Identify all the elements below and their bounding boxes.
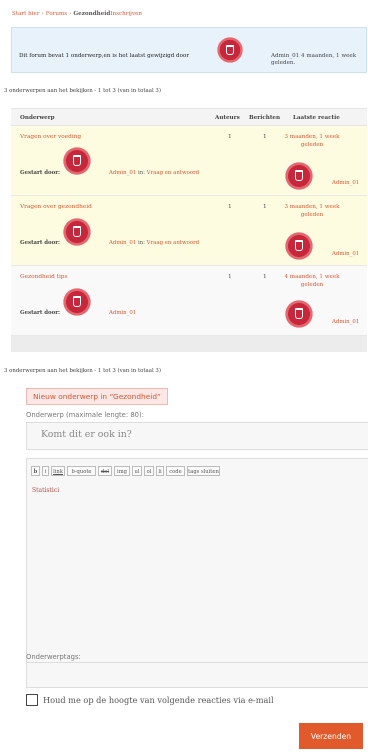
subject-placeholder: Komt dit er ook in?	[41, 429, 132, 440]
header-authors: Auteurs	[215, 115, 240, 121]
avatar[interactable]	[63, 288, 91, 316]
last-reply-link[interactable]: 3 maanden, 1 week geleden	[277, 203, 347, 219]
subject-input[interactable]: Komt dit er ook in?	[26, 422, 368, 450]
italic-button[interactable]: i	[42, 466, 49, 476]
started-by-label: Gestart door:	[20, 170, 61, 176]
avatar[interactable]	[217, 37, 243, 63]
avatar[interactable]	[285, 162, 313, 190]
category-link[interactable]: Vraag en antwoord	[147, 240, 199, 246]
header-last-reply: Laatste reactie	[293, 115, 340, 121]
notify-checkbox[interactable]	[26, 694, 38, 706]
delete-button[interactable]: del	[98, 466, 112, 476]
authors-count: 1	[228, 204, 232, 210]
topic-count: 3 onderwerpen aan het bekijken - 1 tot 3…	[4, 88, 161, 94]
table-row: Gezondheid tips 1 1 4 maanden, 1 week ge…	[11, 266, 367, 336]
posts-count: 1	[263, 134, 267, 140]
author-link[interactable]: Admin_01	[109, 170, 136, 176]
author-link[interactable]: Admin_01	[109, 240, 136, 246]
post-content-editor[interactable]: b i link b-quote del img ul ol li code t…	[26, 458, 368, 676]
submit-button[interactable]: Verzenden	[299, 723, 363, 749]
notify-label[interactable]: Houd me op de hoogte van volgende reacti…	[43, 695, 274, 705]
forum-info-box: Dit forum bevat 1 onderwerp,en is het la…	[11, 27, 367, 73]
image-button[interactable]: img	[114, 466, 130, 476]
bold-button[interactable]: b	[31, 466, 40, 476]
breadcrumb-separator: ›	[69, 11, 72, 17]
in-label: in:	[137, 240, 145, 246]
breadcrumb-home-link[interactable]: Start hier	[12, 11, 40, 17]
posts-count: 1	[263, 274, 267, 280]
last-reply-user-link[interactable]: Admin_01	[332, 180, 359, 186]
header-topic: Onderwerp	[20, 115, 55, 121]
tags-input[interactable]	[26, 662, 368, 688]
table-row: Vragen over gezondheid 1 1 3 maanden, 1 …	[11, 196, 367, 266]
breadcrumb-separator: ›	[41, 11, 44, 17]
editor-content: Statistici	[32, 487, 60, 494]
authors-count: 1	[228, 134, 232, 140]
avatar[interactable]	[285, 232, 313, 260]
tags-label: Onderwerptags:	[26, 653, 81, 661]
breadcrumb-forums-link[interactable]: Forums	[46, 11, 67, 17]
link-button[interactable]: link	[51, 466, 65, 476]
category-link[interactable]: Vraag en antwoord	[147, 170, 199, 176]
table-header: Onderwerp Auteurs Berichten Laatste reac…	[11, 108, 367, 126]
li-button[interactable]: li	[156, 466, 164, 476]
authors-count: 1	[228, 274, 232, 280]
subscribe-link[interactable]: Inschrijven	[110, 11, 142, 17]
topic-author: Admin_01 in: Vraag en antwoord	[109, 170, 199, 176]
posts-count: 1	[263, 204, 267, 210]
close-tags-button[interactable]: tags sluiten	[187, 466, 220, 476]
info-user-link[interactable]: Admin_01	[271, 53, 299, 59]
avatar[interactable]	[285, 300, 313, 328]
started-by-label: Gestart door:	[20, 240, 61, 246]
breadcrumb-current: Gezondheid	[73, 11, 111, 17]
last-reply-user-link[interactable]: Admin_01	[332, 251, 359, 257]
avatar[interactable]	[63, 147, 91, 175]
code-button[interactable]: code	[166, 466, 185, 476]
author-link[interactable]: Admin_01	[109, 310, 136, 316]
blockquote-button[interactable]: b-quote	[67, 466, 96, 476]
topic-count: 3 onderwerpen aan het bekijken - 1 tot 3…	[4, 368, 161, 374]
ul-button[interactable]: ul	[132, 466, 142, 476]
forum-info-text: Dit forum bevat 1 onderwerp,en is het la…	[19, 53, 190, 59]
form-legend: Nieuw onderwerp in “Gezondheid”	[26, 388, 168, 405]
last-reply-link[interactable]: 3 maanden, 1 week geleden	[277, 133, 347, 149]
started-by-label: Gestart door:	[20, 310, 61, 316]
new-topic-form: Nieuw onderwerp in “Gezondheid” Onderwer…	[11, 383, 368, 754]
last-reply-link[interactable]: 4 maanden, 1 week geleden	[277, 273, 347, 289]
topic-link[interactable]: Vragen over gezondheid	[20, 204, 92, 210]
subject-label: Onderwerp (maximale lengte: 80):	[26, 411, 144, 419]
topic-author: Admin_01 in: Vraag en antwoord	[109, 240, 199, 246]
breadcrumb: Start hier › Forums › GezondheidInschrijven	[12, 11, 142, 18]
header-posts: Berichten	[249, 115, 281, 121]
table-row: Vragen over voeding 1 1 3 maanden, 1 wee…	[11, 126, 367, 196]
avatar[interactable]	[63, 218, 91, 246]
ol-button[interactable]: ol	[144, 466, 154, 476]
topic-link[interactable]: Gezondheid tips	[20, 274, 68, 280]
last-reply-user-link[interactable]: Admin_01	[332, 319, 359, 325]
forum-info-freshness: Admin_01 4 maanden, 1 week geleden.	[271, 53, 367, 67]
editor-toolbar: b i link b-quote del img ul ol li code t…	[27, 465, 368, 478]
in-label: in:	[137, 170, 145, 176]
topic-link[interactable]: Vragen over voeding	[20, 134, 81, 140]
table-footer	[11, 336, 367, 352]
